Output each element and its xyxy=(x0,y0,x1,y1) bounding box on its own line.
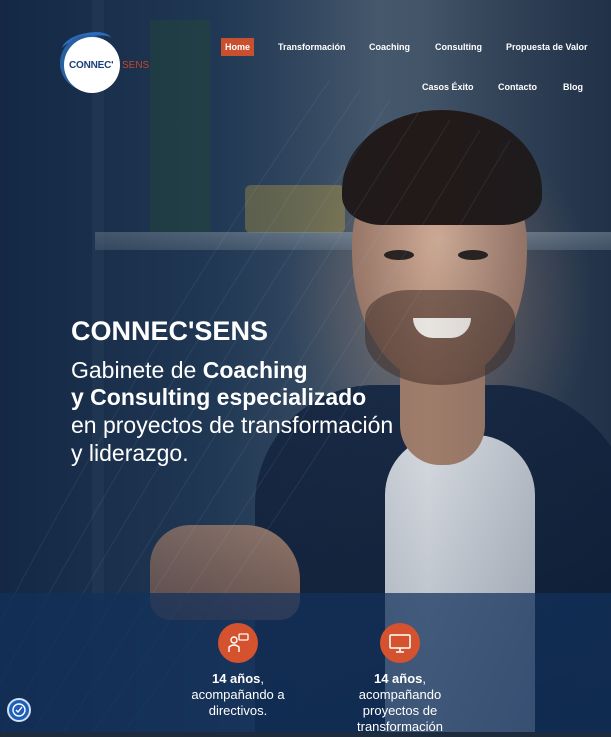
nav-item-consulting[interactable]: Consulting xyxy=(431,38,486,56)
hero-title: CONNEC'SENS xyxy=(71,316,268,346)
nav-item-propuesta[interactable]: Propuesta de Valor xyxy=(502,38,592,56)
logo-sub-text: SENS xyxy=(122,60,150,71)
stat-2-suffix: , xyxy=(422,671,427,686)
nav-item-blog[interactable]: Blog xyxy=(559,78,587,96)
hero-line-2: y Consulting especializado xyxy=(71,384,366,411)
hero-line-2-bold: y Consulting especializado xyxy=(71,384,367,410)
stat-proyectos: 14 años, acompañando proyectos de transf… xyxy=(330,623,470,735)
accessibility-button[interactable] xyxy=(7,698,31,722)
hero-line-3: en proyectos de transformación xyxy=(71,412,394,438)
stat-1-line-1: acompañando a xyxy=(191,687,285,702)
presenter-icon xyxy=(218,623,258,663)
logo-main-text: CONNEC' xyxy=(69,60,114,71)
nav-item-casos-exito[interactable]: Casos Éxito xyxy=(418,78,478,96)
brand-logo[interactable]: CONNEC' SENS xyxy=(56,28,156,95)
accessibility-icon xyxy=(12,703,26,717)
nav-item-coaching[interactable]: Coaching xyxy=(365,38,414,56)
hero-line-1-pre: Gabinete de xyxy=(71,357,203,383)
hero-line-1: Gabinete de Coaching xyxy=(71,357,308,384)
stat-2-title: 14 años, xyxy=(330,671,470,687)
nav-item-home[interactable]: Home xyxy=(221,38,255,56)
stat-2-line-2: proyectos de xyxy=(362,703,438,718)
stat-1-line-2: directivos. xyxy=(208,703,268,718)
hero-line-4: y liderazgo. xyxy=(71,440,189,466)
stat-2-bold: 14 años xyxy=(373,671,423,686)
nav-item-transformacion[interactable]: Transformación xyxy=(274,38,350,56)
stat-1-title: 14 años, xyxy=(168,671,308,687)
stat-2-line-1: acompañando xyxy=(358,687,442,702)
monitor-icon xyxy=(380,623,420,663)
stat-directivos: 14 años, acompañando a directivos. xyxy=(168,623,308,719)
stat-1-suffix: , xyxy=(260,671,265,686)
hero-line-1-bold: Coaching xyxy=(202,357,308,383)
nav-item-contacto[interactable]: Contacto xyxy=(494,78,541,96)
stats-band: 14 años, acompañando a directivos. 14 añ… xyxy=(0,593,611,737)
stat-1-bold: 14 años xyxy=(211,671,261,686)
bottom-strip xyxy=(0,732,611,737)
